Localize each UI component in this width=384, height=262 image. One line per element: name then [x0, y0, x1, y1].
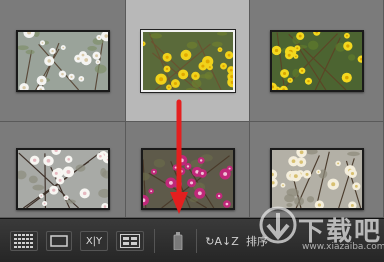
thumbnail-plum-blossoms[interactable] — [15, 148, 110, 210]
sort-label[interactable]: 排序 — [246, 233, 268, 249]
grid-cell[interactable] — [250, 122, 384, 218]
painter-spray-icon — [172, 232, 184, 250]
toolbar-divider — [196, 229, 197, 253]
thumbnail-magnolia-white[interactable] — [269, 148, 364, 210]
grid-view-button[interactable] — [10, 231, 38, 251]
grid-cell[interactable] — [250, 0, 384, 122]
thumbnail-forsythia-yellow[interactable] — [139, 28, 236, 93]
toolbar-divider — [154, 229, 155, 253]
library-toolbar: X|Y ↻A↓Z 排序 — [0, 218, 384, 262]
grid-view-icon — [14, 234, 34, 248]
thumbnail-forsythia-yellow-2[interactable] — [269, 29, 364, 92]
grid-cell[interactable] — [0, 122, 126, 218]
library-grid-window: X|Y ↻A↓Z 排序 下载吧 www.xiazaiba.com — [0, 0, 384, 262]
sort-direction-icon: ↻A↓Z — [205, 234, 239, 248]
grid-cell[interactable] — [126, 0, 250, 122]
loupe-view-button[interactable] — [46, 231, 72, 251]
loupe-view-icon — [50, 235, 68, 247]
survey-view-button[interactable] — [116, 231, 144, 251]
painter-spray-button[interactable] — [166, 231, 190, 251]
grid-cell[interactable] — [0, 0, 126, 122]
thumbnail-grid — [0, 0, 384, 218]
thumbnail-magnolia-pink[interactable] — [140, 148, 235, 210]
compare-view-label: X|Y — [85, 235, 103, 247]
sort-direction-button[interactable]: ↻A↓Z — [204, 231, 240, 251]
survey-view-icon — [120, 234, 140, 248]
compare-view-button[interactable]: X|Y — [80, 231, 108, 251]
thumbnail-white-blossoms[interactable] — [15, 29, 110, 92]
grid-cell[interactable] — [126, 122, 250, 218]
